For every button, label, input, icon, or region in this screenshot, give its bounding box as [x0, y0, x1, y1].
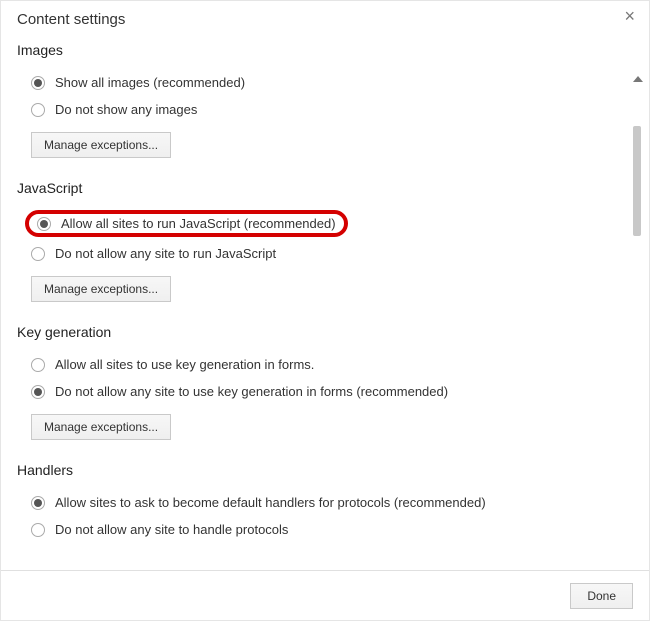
dialog-footer: Done: [1, 570, 649, 620]
radio-label: Show all images (recommended): [55, 75, 245, 90]
radio-icon: [31, 385, 45, 399]
radio-icon: [31, 496, 45, 510]
dialog-header: Content settings ×: [1, 1, 649, 36]
radio-icon: [31, 76, 45, 90]
images-option-block[interactable]: Do not show any images: [17, 97, 633, 122]
radio-icon: [31, 103, 45, 117]
radio-icon: [37, 217, 51, 231]
close-icon[interactable]: ×: [624, 7, 635, 25]
javascript-option-allow-highlighted[interactable]: Allow all sites to run JavaScript (recom…: [25, 210, 348, 237]
javascript-option-block[interactable]: Do not allow any site to run JavaScript: [17, 241, 633, 266]
images-option-show-all[interactable]: Show all images (recommended): [17, 70, 633, 95]
keygen-option-block[interactable]: Do not allow any site to use key generat…: [17, 379, 633, 404]
radio-label: Do not allow any site to run JavaScript: [55, 246, 276, 261]
section-images: Images Show all images (recommended) Do …: [17, 42, 633, 158]
keygen-manage-exceptions-button[interactable]: Manage exceptions...: [31, 414, 171, 440]
handlers-option-block[interactable]: Do not allow any site to handle protocol…: [17, 517, 633, 542]
content-settings-dialog: Content settings × Images Show all image…: [0, 0, 650, 621]
radio-label: Do not allow any site to handle protocol…: [55, 522, 288, 537]
radio-label: Allow all sites to run JavaScript (recom…: [61, 216, 336, 231]
radio-icon: [31, 247, 45, 261]
scrollbar[interactable]: [631, 76, 645, 598]
radio-label: Do not allow any site to use key generat…: [55, 384, 448, 399]
javascript-manage-exceptions-button[interactable]: Manage exceptions...: [31, 276, 171, 302]
radio-label: Allow all sites to use key generation in…: [55, 357, 314, 372]
radio-label: Do not show any images: [55, 102, 197, 117]
handlers-option-allow[interactable]: Allow sites to ask to become default han…: [17, 490, 633, 515]
radio-label: Allow sites to ask to become default han…: [55, 495, 486, 510]
section-handlers: Handlers Allow sites to ask to become de…: [17, 462, 633, 542]
section-title-javascript: JavaScript: [17, 180, 633, 196]
scroll-up-icon[interactable]: [633, 76, 643, 82]
radio-icon: [31, 358, 45, 372]
section-keygen: Key generation Allow all sites to use ke…: [17, 324, 633, 440]
section-title-images: Images: [17, 42, 633, 58]
keygen-option-allow[interactable]: Allow all sites to use key generation in…: [17, 352, 633, 377]
images-manage-exceptions-button[interactable]: Manage exceptions...: [31, 132, 171, 158]
scroll-thumb[interactable]: [633, 126, 641, 236]
content-wrap: Images Show all images (recommended) Do …: [1, 36, 649, 566]
section-javascript: JavaScript Allow all sites to run JavaSc…: [17, 180, 633, 302]
content-scroll-area[interactable]: Images Show all images (recommended) Do …: [1, 36, 649, 566]
done-button[interactable]: Done: [570, 583, 633, 609]
dialog-title: Content settings: [17, 11, 125, 28]
section-title-keygen: Key generation: [17, 324, 633, 340]
section-title-handlers: Handlers: [17, 462, 633, 478]
radio-icon: [31, 523, 45, 537]
